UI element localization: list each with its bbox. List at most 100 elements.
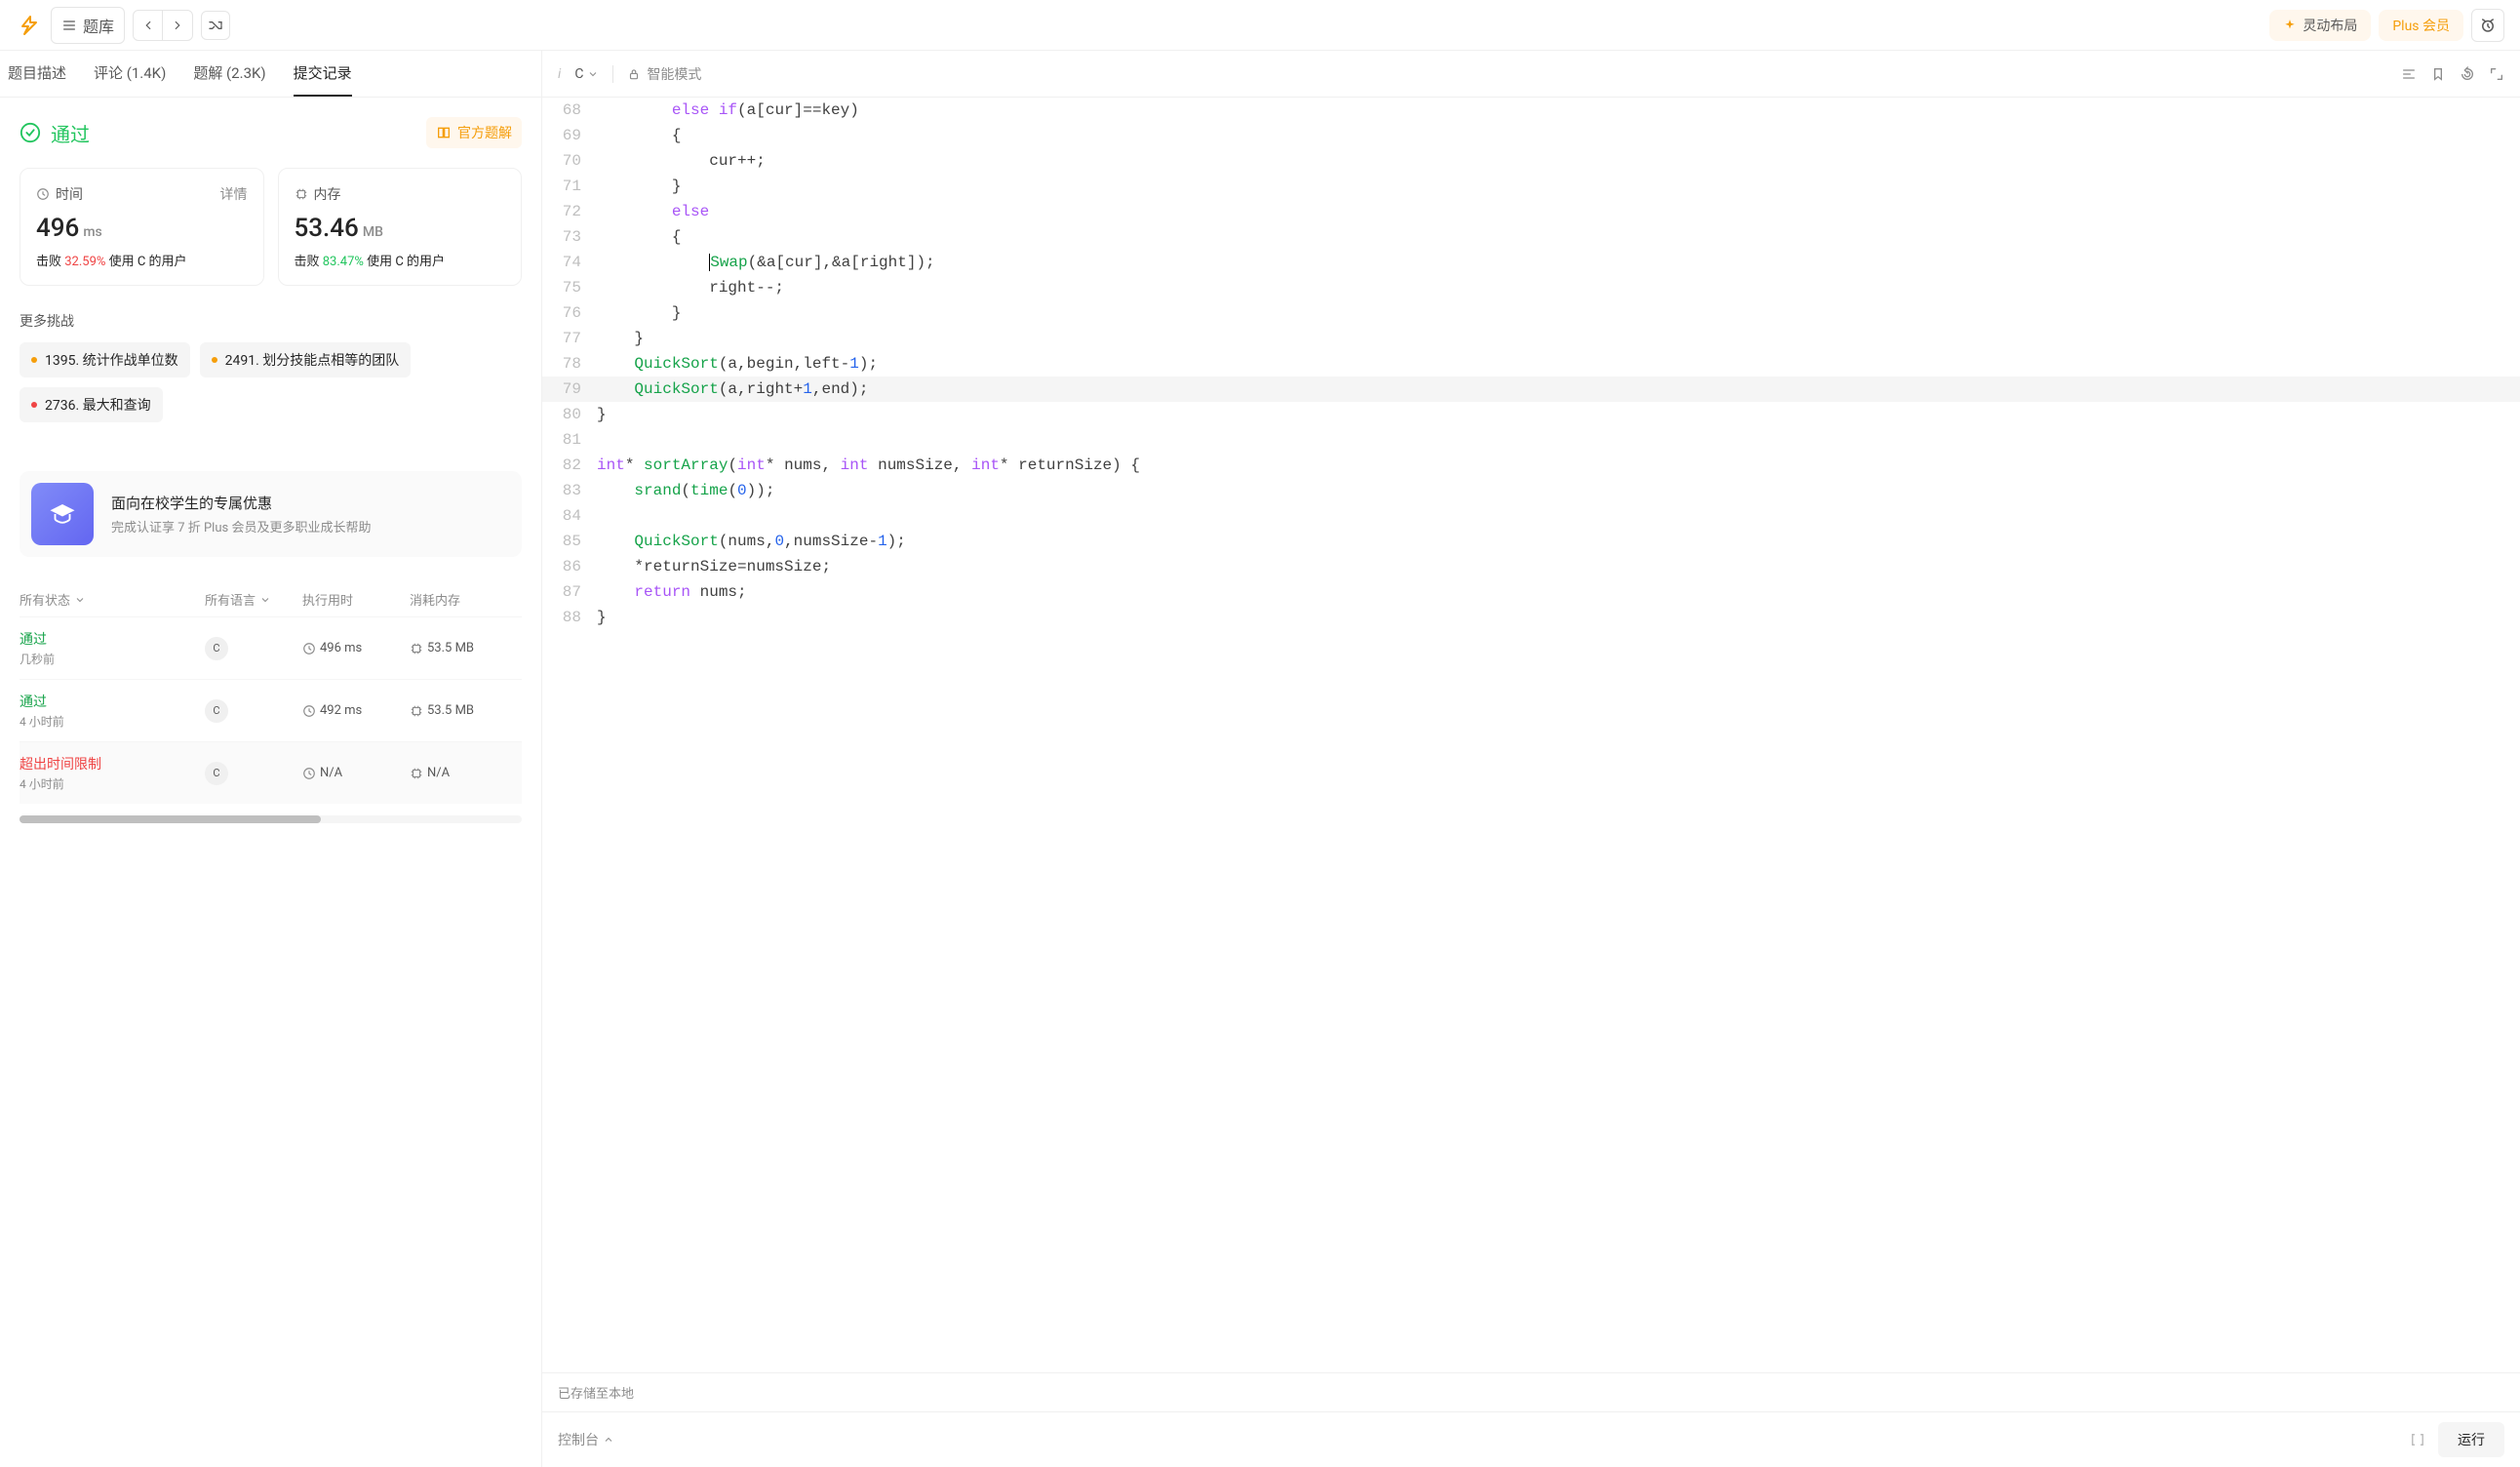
library-label: 题库 <box>83 14 114 37</box>
memory-icon <box>295 187 308 201</box>
details-link[interactable]: 详情 <box>220 184 248 204</box>
lock-icon <box>627 67 641 81</box>
code-line[interactable]: 87 return nums; <box>542 579 2520 605</box>
next-problem-button[interactable] <box>163 11 192 40</box>
plus-member-button[interactable]: Plus 会员 <box>2379 10 2463 41</box>
prev-problem-button[interactable] <box>134 11 163 40</box>
code-line[interactable]: 79 QuickSort(a,right+1,end); <box>542 377 2520 402</box>
tab-solutions[interactable]: 题解 (2.3K) <box>193 51 265 97</box>
line-number: 72 <box>542 199 597 224</box>
official-solution-link[interactable]: 官方题解 <box>426 117 522 148</box>
student-promo[interactable]: 面向在校学生的专属优惠 完成认证享 7 折 Plus 会员及更多职业成长帮助 <box>20 471 522 557</box>
chevron-left-icon <box>141 19 155 32</box>
code-line[interactable]: 72 else <box>542 199 2520 224</box>
challenge-chip[interactable]: 1395. 统计作战单位数 <box>20 342 190 377</box>
memory-icon <box>410 704 423 718</box>
timer-button[interactable] <box>2471 9 2504 42</box>
submission-row[interactable]: 通过4 小时前C492 ms53.5 MB <box>20 679 522 741</box>
submission-status: 超出时间限制 <box>20 754 205 773</box>
time-card[interactable]: 时间 详情 496ms 击败 32.59% 使用 C 的用户 <box>20 168 264 286</box>
reset-icon[interactable] <box>2460 66 2475 82</box>
code-line[interactable]: 78 QuickSort(a,begin,left-1); <box>542 351 2520 377</box>
status-filter[interactable]: 所有状态 <box>20 590 205 609</box>
time-percentile: 32.59% <box>64 255 105 269</box>
memory-value: N/A <box>427 766 450 780</box>
code-line[interactable]: 74 Swap(&a[cur],&a[right]); <box>542 250 2520 275</box>
console-toggle[interactable]: 控制台 <box>558 1430 614 1449</box>
submission-row[interactable]: 通过几秒前C496 ms53.5 MB <box>20 616 522 679</box>
language-selector[interactable]: C <box>574 66 599 82</box>
right-panel: i C 智能模式 68 else if(a[cur]==key)69 {70 <box>542 51 2520 1467</box>
memory-card[interactable]: 内存 53.46MB 击败 83.47% 使用 C 的用户 <box>278 168 523 286</box>
code-line[interactable]: 68 else if(a[cur]==key) <box>542 98 2520 123</box>
tab-description[interactable]: 题目描述 <box>8 51 66 97</box>
brackets-icon[interactable] <box>2409 1431 2426 1448</box>
code-line[interactable]: 83 srand(time(0)); <box>542 478 2520 503</box>
line-number: 77 <box>542 326 597 351</box>
bookmark-icon[interactable] <box>2430 66 2446 82</box>
code-line[interactable]: 70 cur++; <box>542 148 2520 174</box>
code-line[interactable]: 76 } <box>542 300 2520 326</box>
lang-filter[interactable]: 所有语言 <box>205 590 302 609</box>
runtime-value: N/A <box>320 766 342 780</box>
code-content: right--; <box>597 275 784 300</box>
tab-discuss[interactable]: 评论 (1.4K) <box>94 51 166 97</box>
chevron-right-icon <box>171 19 184 32</box>
submission-status: 通过 <box>20 629 205 649</box>
code-line[interactable]: 86 *returnSize=numsSize; <box>542 554 2520 579</box>
code-content: } <box>597 326 644 351</box>
console-label: 控制台 <box>558 1430 599 1449</box>
topbar: 题库 灵动布局 Plus 会员 <box>0 0 2520 51</box>
line-number: 70 <box>542 148 597 174</box>
line-number: 71 <box>542 174 597 199</box>
format-icon[interactable] <box>2401 66 2417 82</box>
time-unit: ms <box>83 224 101 240</box>
memory-value: 53.5 MB <box>427 703 474 718</box>
code-line[interactable]: 82int* sortArray(int* nums, int numsSize… <box>542 453 2520 478</box>
code-content: int* sortArray(int* nums, int numsSize, … <box>597 453 1140 478</box>
code-line[interactable]: 88} <box>542 605 2520 630</box>
code-content: *returnSize=numsSize; <box>597 554 831 579</box>
horizontal-scrollbar[interactable] <box>20 815 522 823</box>
shuffle-button[interactable] <box>201 11 230 40</box>
time-label: 时间 <box>56 184 83 204</box>
chevron-down-icon <box>587 68 599 80</box>
code-line[interactable]: 77 } <box>542 326 2520 351</box>
line-number: 86 <box>542 554 597 579</box>
alarm-icon <box>2479 17 2497 34</box>
code-editor[interactable]: 68 else if(a[cur]==key)69 {70 cur++;71 }… <box>542 98 2520 1372</box>
tab-submissions[interactable]: 提交记录 <box>294 51 352 97</box>
line-number: 82 <box>542 453 597 478</box>
line-number: 88 <box>542 605 597 630</box>
code-line[interactable]: 75 right--; <box>542 275 2520 300</box>
code-line[interactable]: 84 <box>542 503 2520 529</box>
smart-layout-button[interactable]: 灵动布局 <box>2269 10 2371 41</box>
code-content: } <box>597 605 607 630</box>
run-button[interactable]: 运行 <box>2438 1422 2504 1457</box>
challenge-chip[interactable]: 2491. 划分技能点相等的团队 <box>200 342 412 377</box>
submission-row[interactable]: 超出时间限制4 小时前CN/AN/A <box>20 741 522 804</box>
code-content: { <box>597 123 681 148</box>
logo-icon[interactable] <box>16 12 43 39</box>
difficulty-dot <box>31 357 37 363</box>
runtime-value: 496 ms <box>320 641 362 655</box>
line-number: 78 <box>542 351 597 377</box>
smart-mode-toggle[interactable]: 智能模式 <box>627 64 701 84</box>
code-line[interactable]: 73 { <box>542 224 2520 250</box>
problem-library-button[interactable]: 题库 <box>51 7 125 44</box>
expand-icon[interactable] <box>2489 66 2504 82</box>
line-number: 80 <box>542 402 597 427</box>
code-line[interactable]: 81 <box>542 427 2520 453</box>
code-line[interactable]: 80} <box>542 402 2520 427</box>
code-line[interactable]: 85 QuickSort(nums,0,numsSize-1); <box>542 529 2520 554</box>
line-number: 81 <box>542 427 597 453</box>
solution-label: 官方题解 <box>457 123 512 142</box>
smart-mode-label: 智能模式 <box>647 64 701 84</box>
line-number: 75 <box>542 275 597 300</box>
challenge-chip[interactable]: 2736. 最大和查询 <box>20 387 163 422</box>
code-line[interactable]: 69 { <box>542 123 2520 148</box>
line-number: 79 <box>542 377 597 402</box>
code-line[interactable]: 71 } <box>542 174 2520 199</box>
save-status: 已存储至本地 <box>542 1372 2520 1411</box>
list-icon <box>61 18 77 33</box>
